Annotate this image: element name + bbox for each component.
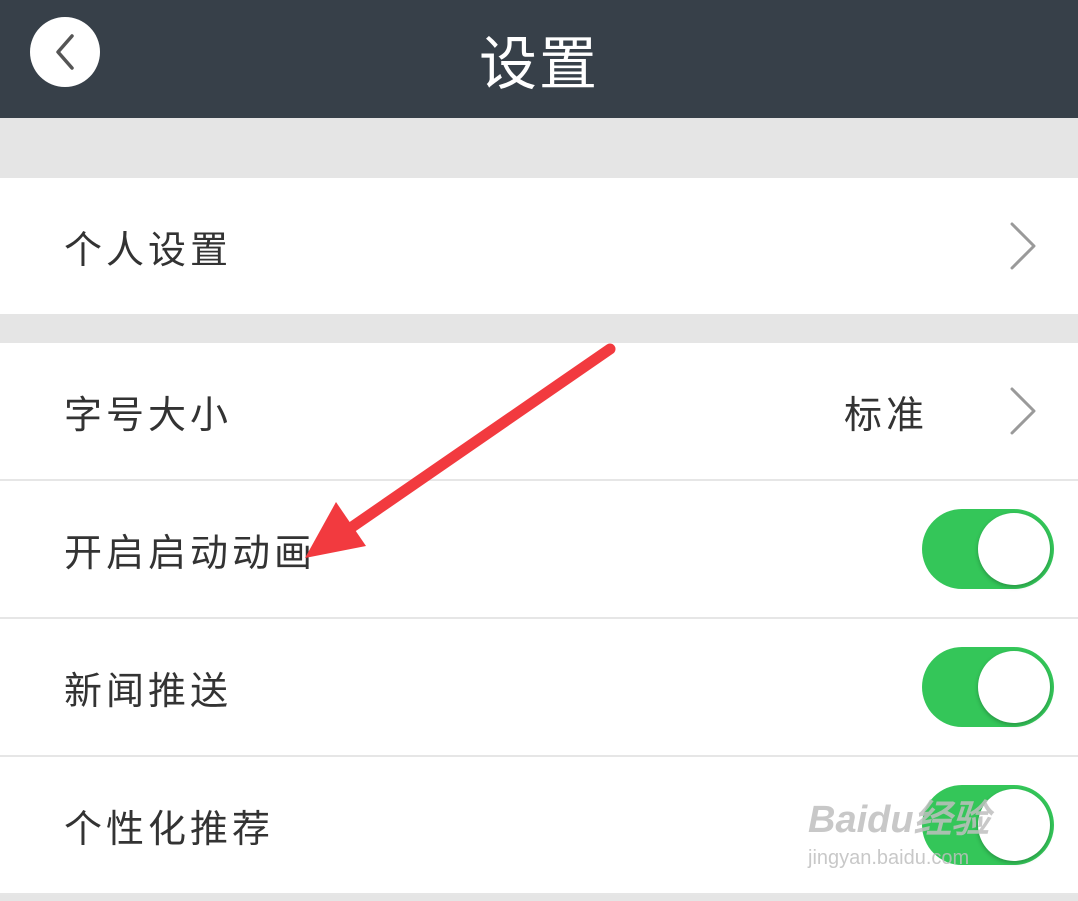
row-divider [0, 893, 1078, 895]
news-push-label: 新闻推送 [64, 668, 233, 713]
chevron-left-icon [56, 34, 74, 70]
font-size-value: 标准 [843, 392, 928, 437]
font-size-label: 字号大小 [64, 392, 233, 437]
startup-animation-label: 开启启动动画 [64, 530, 317, 575]
toggle-knob [978, 651, 1050, 723]
back-button[interactable] [30, 17, 100, 87]
chevron-right-icon [1008, 178, 1038, 314]
toggle-knob [978, 513, 1050, 585]
settings-screen: 设置 个人设置 字号大小 标准 开启启动动画 新闻推送 个性化推荐 Baidu经… [0, 0, 1078, 901]
baidu-watermark: Baidu经验 jingyan.baidu.com [808, 785, 1018, 880]
font-size-row[interactable]: 字号大小 标准 [0, 343, 1078, 479]
news-push-toggle[interactable] [922, 647, 1054, 727]
watermark-url: jingyan.baidu.com [808, 847, 970, 869]
watermark-brand: Baidu经验 [808, 798, 990, 841]
startup-animation-row: 开启启动动画 [0, 481, 1078, 617]
personal-settings-label: 个人设置 [64, 227, 233, 272]
personal-settings-row[interactable]: 个人设置 [0, 178, 1078, 314]
page-title: 设置 [478, 30, 599, 98]
news-push-row: 新闻推送 [0, 619, 1078, 755]
top-bar: 设置 [0, 0, 1078, 118]
personalized-recommendation-label: 个性化推荐 [64, 806, 275, 851]
chevron-right-icon [1008, 343, 1038, 479]
startup-animation-toggle[interactable] [922, 509, 1054, 589]
